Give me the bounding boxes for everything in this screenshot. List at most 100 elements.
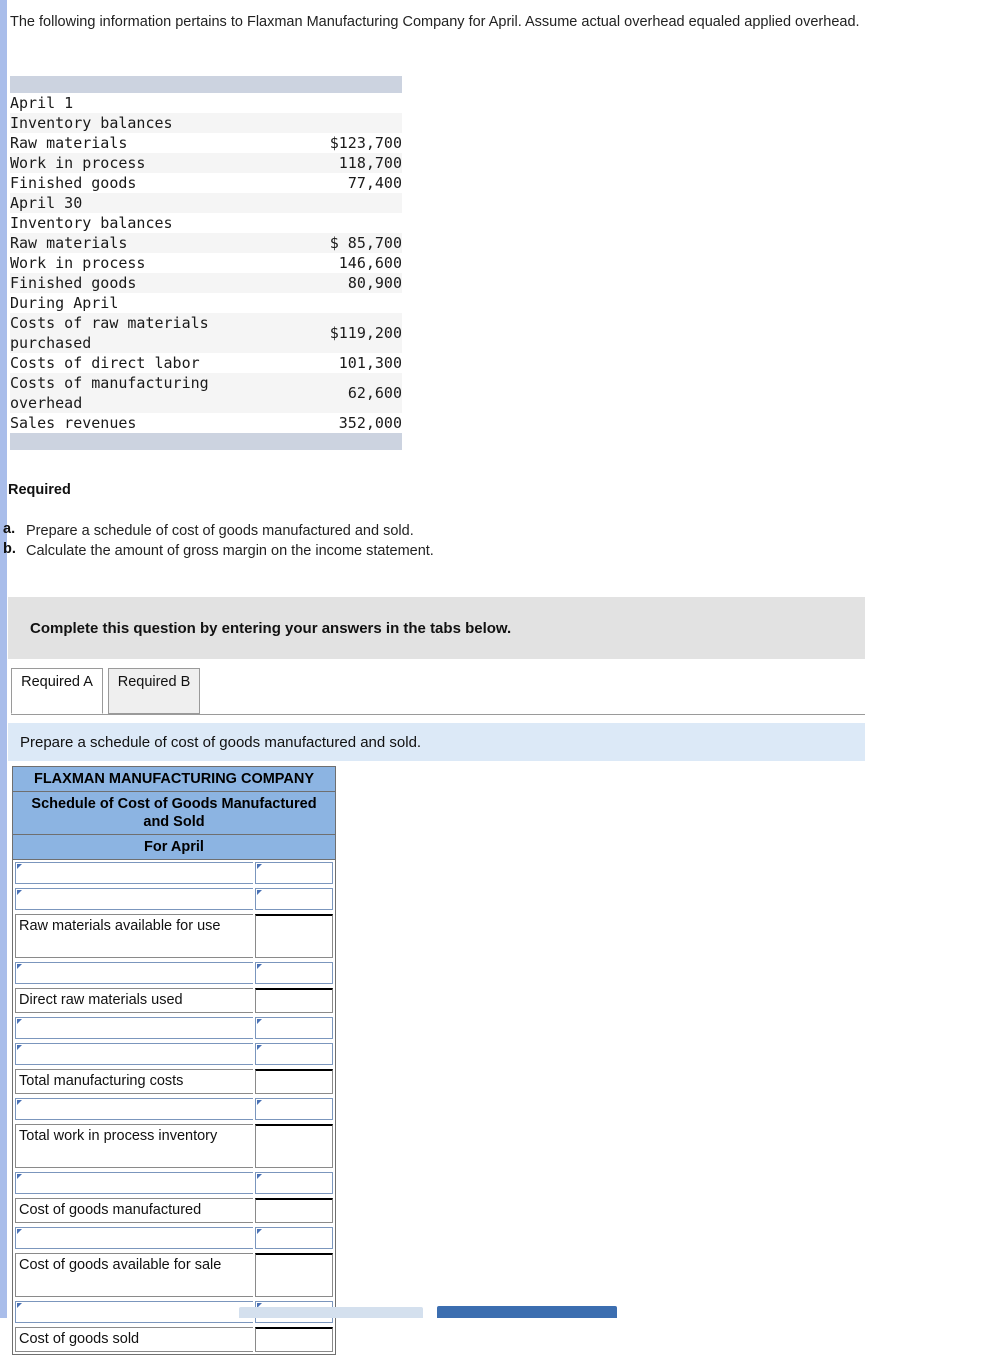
dropdown-caret-icon bbox=[256, 1019, 262, 1024]
row-label: Cost of goods available for sale bbox=[15, 1253, 253, 1297]
amount-input[interactable] bbox=[254, 1172, 333, 1194]
amount-input[interactable] bbox=[254, 1227, 333, 1249]
data-table: April 1 Inventory balances Raw materials $1… bbox=[10, 93, 402, 433]
table-row-label: Costs of manufacturing overhead bbox=[10, 374, 209, 412]
row-label: Total manufacturing costs bbox=[15, 1069, 253, 1094]
table-row-label: Work in process bbox=[10, 154, 146, 172]
prompt-bar-text: Prepare a schedule of cost of goods manu… bbox=[20, 733, 422, 751]
dropdown-caret-icon bbox=[17, 890, 22, 895]
dropdown-caret-icon bbox=[256, 864, 262, 869]
row-label: Cost of goods manufactured bbox=[15, 1198, 253, 1223]
next-button[interactable] bbox=[437, 1306, 617, 1318]
table-row: Inventory balances bbox=[10, 113, 402, 133]
form-row-editable bbox=[13, 1170, 335, 1196]
left-accent-bar bbox=[0, 0, 7, 1318]
account-select[interactable] bbox=[15, 1227, 253, 1249]
account-select[interactable] bbox=[15, 1098, 253, 1120]
dropdown-caret-icon bbox=[17, 1303, 22, 1308]
amount-input[interactable] bbox=[254, 1098, 333, 1120]
table-row-value: 77,400 bbox=[347, 174, 402, 192]
table-row: Costs of manufacturing overhead 62,600 bbox=[10, 373, 402, 413]
dropdown-caret-icon bbox=[256, 1229, 262, 1234]
form-row-editable bbox=[13, 860, 335, 886]
form-row-label: Raw materials available for use bbox=[13, 912, 335, 960]
account-select[interactable] bbox=[15, 962, 253, 984]
account-select[interactable] bbox=[15, 1172, 253, 1194]
table-row-value: 118,700 bbox=[338, 154, 402, 172]
dropdown-caret-icon bbox=[17, 864, 22, 869]
table-row-value: 62,600 bbox=[347, 384, 402, 402]
required-item-b-marker: b. bbox=[3, 541, 16, 557]
amount-input[interactable] bbox=[254, 1043, 333, 1065]
table-row-value bbox=[272, 193, 402, 213]
dropdown-caret-icon bbox=[256, 1174, 262, 1179]
table-row-value: 80,900 bbox=[347, 274, 402, 292]
amount-input[interactable] bbox=[254, 888, 333, 910]
amount-input[interactable] bbox=[254, 1327, 333, 1352]
account-select[interactable] bbox=[15, 1043, 253, 1065]
dropdown-caret-icon bbox=[17, 1174, 22, 1179]
intro-text: The following information pertains to Fl… bbox=[10, 14, 860, 30]
table-row-value: $119,200 bbox=[329, 324, 402, 342]
table-row-label: Work in process bbox=[10, 254, 146, 272]
form-row-label: Total work in process inventory bbox=[13, 1122, 335, 1170]
form-title-period: For April bbox=[13, 835, 335, 860]
tab-required-a[interactable]: Required A bbox=[11, 668, 103, 714]
tab-underline bbox=[11, 714, 865, 715]
row-label: Total work in process inventory bbox=[15, 1124, 253, 1168]
table-row-label: Inventory balances bbox=[10, 214, 173, 232]
previous-button[interactable] bbox=[239, 1307, 423, 1318]
account-select[interactable] bbox=[15, 888, 253, 910]
table-bottom-cap bbox=[10, 433, 402, 450]
amount-input[interactable] bbox=[254, 914, 333, 958]
dropdown-caret-icon bbox=[256, 1045, 262, 1050]
table-row: Work in process 118,700 bbox=[10, 153, 402, 173]
dropdown-caret-icon bbox=[256, 890, 262, 895]
table-row-value: 146,600 bbox=[338, 254, 402, 272]
required-item-a-text: Prepare a schedule of cost of goods manu… bbox=[26, 523, 414, 539]
dropdown-caret-icon bbox=[256, 964, 262, 969]
form-row-editable bbox=[13, 1225, 335, 1251]
table-row-value: $ 85,700 bbox=[329, 234, 402, 252]
table-row-label: Costs of raw materials purchased bbox=[10, 314, 209, 352]
amount-input[interactable] bbox=[254, 1124, 333, 1168]
table-row: Raw materials $123,700 bbox=[10, 133, 402, 153]
table-row-label: April 1 bbox=[10, 94, 74, 112]
amount-input[interactable] bbox=[254, 1198, 333, 1223]
form-row-editable bbox=[13, 1015, 335, 1041]
table-row-label: Sales revenues bbox=[10, 414, 137, 432]
prompt-bar: Prepare a schedule of cost of goods manu… bbox=[8, 723, 865, 761]
account-select[interactable] bbox=[15, 1017, 253, 1039]
form-row-editable bbox=[13, 960, 335, 986]
account-select[interactable] bbox=[15, 1301, 253, 1323]
table-row: Costs of raw materials purchased $119,200 bbox=[10, 313, 402, 353]
problem-data-table: April 1 Inventory balances Raw materials $1… bbox=[10, 76, 402, 450]
form-row-label: Cost of goods available for sale bbox=[13, 1251, 335, 1299]
table-row-label: April 30 bbox=[10, 194, 83, 212]
amount-input[interactable] bbox=[254, 988, 333, 1013]
dropdown-caret-icon bbox=[17, 1229, 22, 1234]
required-heading: Required bbox=[8, 482, 71, 498]
row-label: Raw materials available for use bbox=[15, 914, 253, 958]
table-row-value bbox=[272, 293, 402, 313]
amount-input[interactable] bbox=[254, 1017, 333, 1039]
table-row: April 1 bbox=[10, 93, 402, 113]
table-row: April 30 bbox=[10, 193, 402, 213]
amount-input[interactable] bbox=[254, 1253, 333, 1297]
table-row: During April bbox=[10, 293, 402, 313]
row-label: Cost of goods sold bbox=[15, 1327, 253, 1352]
dropdown-caret-icon bbox=[17, 1019, 22, 1024]
table-row: Costs of direct labor 101,300 bbox=[10, 353, 402, 373]
amount-input[interactable] bbox=[254, 1069, 333, 1094]
amount-input[interactable] bbox=[254, 862, 333, 884]
form-row-editable bbox=[13, 1096, 335, 1122]
table-row: Work in process 146,600 bbox=[10, 253, 402, 273]
account-select[interactable] bbox=[15, 862, 253, 884]
dropdown-caret-icon bbox=[17, 1045, 22, 1050]
table-row-value bbox=[272, 93, 402, 113]
table-row-label: During April bbox=[10, 294, 119, 312]
instruction-banner: Complete this question by entering your … bbox=[8, 597, 865, 659]
tab-required-b[interactable]: Required B bbox=[108, 668, 200, 714]
table-row-value: 101,300 bbox=[338, 354, 402, 372]
amount-input[interactable] bbox=[254, 962, 333, 984]
